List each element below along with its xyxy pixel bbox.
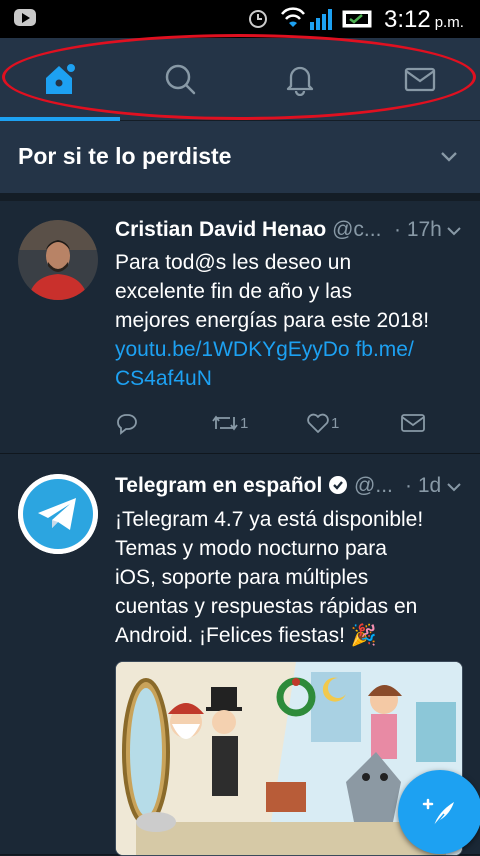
chevron-down-icon[interactable] [444,221,464,241]
avatar[interactable] [18,220,98,300]
tweet-text-line: Para tod@s les deseo un [115,251,352,274]
tweet-time: · 1d [405,474,442,497]
like-count: 1 [331,414,340,432]
chevron-down-icon[interactable] [438,145,460,167]
tweet-time: · 17h [394,218,442,241]
tweet-text-line: iOS, soporte para múltiples [115,566,369,589]
verified-icon [329,476,348,494]
tweet-link[interactable]: youtu.be/1WDKYgEyyDo fb.me/ [115,335,465,364]
mail-icon [401,414,425,432]
tweet-text-line: cuentas y respuestas rápidas en [115,595,418,618]
tweet-author-handle[interactable]: @c... [332,218,381,241]
tweet-text-line: excelente fin de año y las [115,280,352,303]
tweet-author-name[interactable]: Cristian David Henao [115,218,326,241]
clock-ampm: p.m. [434,14,464,31]
divider [0,193,480,201]
tweet-text: ¡Telegram 4.7 ya está disponible! Temas … [115,505,465,650]
status-bar: 3:12 p.m. [0,0,480,38]
avatar[interactable] [18,474,98,554]
tweet-link[interactable]: CS4af4uN [115,364,465,393]
section-header[interactable]: Por si te lo perdiste [0,121,480,194]
like-button[interactable]: 1 [305,411,339,435]
tweet[interactable]: Cristian David Henao @c... · 17h Para to… [0,201,480,454]
status-icons [249,7,372,30]
annotation-ellipse [2,34,476,120]
retweet-count: 1 [240,414,249,432]
reply-button[interactable] [115,411,139,435]
tweet-text-line: mejores energías para este 2018! [115,309,430,332]
tweet-text-line: Android. ¡Felices fiestas! 🎉 [115,624,377,647]
tweet-actions: 1 1 [115,411,445,441]
tweet-text: Para tod@s les deseo un excelente fin de… [115,248,465,393]
chevron-down-icon[interactable] [444,477,464,497]
youtube-notification-icon [14,9,36,26]
clock-time: 3:12 [384,6,431,33]
tweet-author-handle[interactable]: @... [354,474,393,497]
compose-feather-icon [422,798,454,827]
tweet-text-line: Temas y modo nocturno para [115,537,387,560]
dm-button[interactable] [400,411,426,435]
reply-icon [117,414,137,435]
compose-tweet-button[interactable] [398,770,480,854]
tweet-text-line: ¡Telegram 4.7 ya está disponible! [115,508,424,531]
retweet-button[interactable]: 1 [210,411,248,435]
tweet-author-name[interactable]: Telegram en español [115,474,322,497]
clock: 3:12 p.m. [384,6,464,34]
heart-icon [307,413,329,433]
retweet-icon [212,415,238,431]
section-title: Por si te lo perdiste [18,143,232,169]
